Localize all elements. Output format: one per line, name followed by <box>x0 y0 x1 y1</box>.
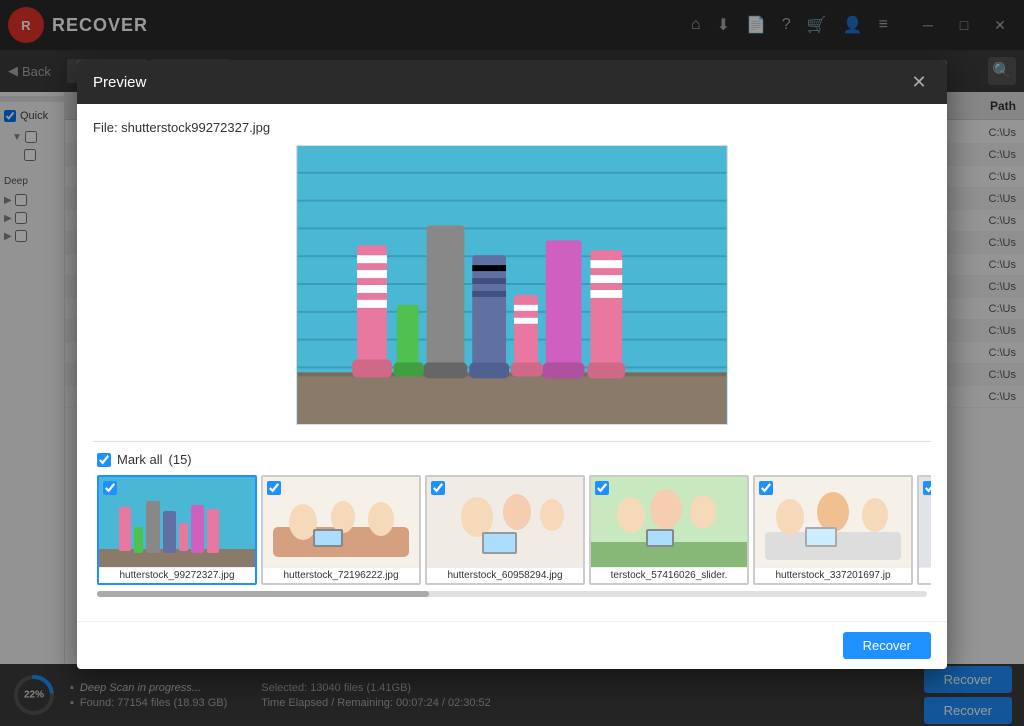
modal-close-button[interactable]: ✕ <box>907 70 931 94</box>
thumb-label: hutterstock_99272327.jpg <box>99 567 255 583</box>
modal-footer: Recover <box>77 621 947 669</box>
thumbnails-strip: hutterstock_99272327.jpg <box>93 475 931 585</box>
thumbnail-item[interactable]: hutterstock_337201697.jp <box>753 475 913 585</box>
thumb-label: hutterstock_337201697.jp <box>755 567 911 583</box>
file-label: File: shutterstock99272327.jpg <box>93 120 931 135</box>
thumb-checkbox[interactable] <box>267 481 281 495</box>
preview-image-container <box>93 145 931 425</box>
thumb-label: hutterstock_60958294.jpg <box>427 567 583 583</box>
modal-header: Preview ✕ <box>77 60 947 104</box>
scrollbar-thumb <box>97 591 429 597</box>
modal-overlay: Preview ✕ File: shutterstock99272327.jpg <box>0 0 1024 726</box>
thumb-checkbox[interactable] <box>759 481 773 495</box>
preview-modal: Preview ✕ File: shutterstock99272327.jpg <box>77 60 947 669</box>
thumb-checkbox[interactable] <box>431 481 445 495</box>
thumbnail-item[interactable]: hutterstock_60958294.jpg <box>425 475 585 585</box>
thumb-checkbox[interactable] <box>923 481 931 495</box>
thumbnail-item[interactable]: terstock_57416026_slider. <box>589 475 749 585</box>
thumbnail-item[interactable]: hut <box>917 475 931 585</box>
thumb-checkbox[interactable] <box>595 481 609 495</box>
thumb-checkbox[interactable] <box>103 481 117 495</box>
thumb-label: terstock_57416026_slider. <box>591 567 747 583</box>
modal-body: File: shutterstock99272327.jpg <box>77 104 947 621</box>
preview-image <box>296 145 728 425</box>
modal-title: Preview <box>93 74 146 91</box>
thumbnail-scrollbar[interactable] <box>97 591 927 597</box>
thumbnail-item[interactable]: hutterstock_72196222.jpg <box>261 475 421 585</box>
modal-recover-button[interactable]: Recover <box>843 632 931 659</box>
thumb-label: hutterstock_72196222.jpg <box>263 567 419 583</box>
thumb-label: hut <box>919 567 931 583</box>
mark-all-checkbox[interactable] <box>97 453 111 467</box>
thumbnail-item[interactable]: hutterstock_99272327.jpg <box>97 475 257 585</box>
mark-all-count: (15) <box>169 452 192 467</box>
mark-all-label: Mark all <box>117 452 163 467</box>
mark-all-row: Mark all (15) <box>93 452 931 467</box>
thumbnail-bar: Mark all (15) <box>93 441 931 605</box>
